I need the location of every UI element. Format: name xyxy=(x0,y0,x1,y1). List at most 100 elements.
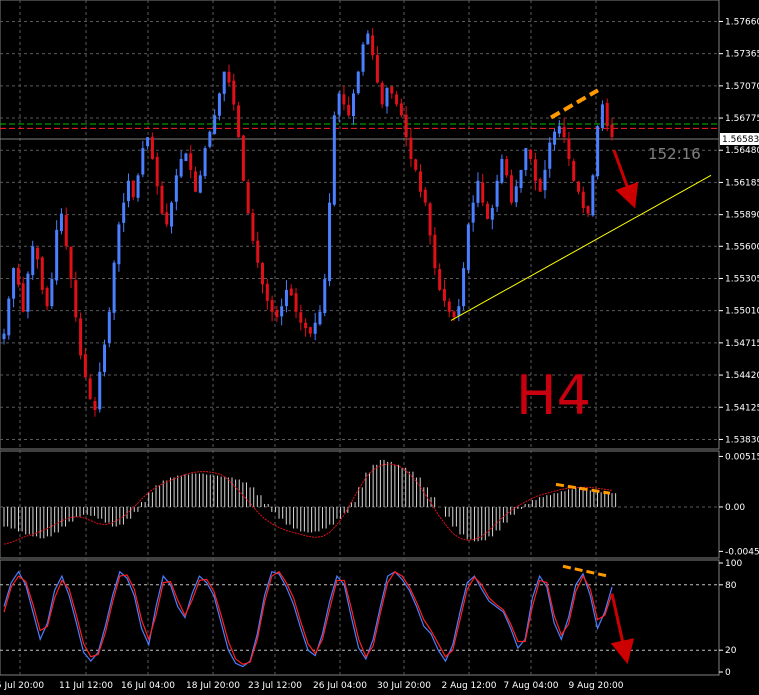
candle-body xyxy=(184,153,188,161)
candle-body xyxy=(93,401,97,410)
y-tick-label: 1.54125 xyxy=(725,403,759,413)
candle-body xyxy=(21,283,25,312)
candle-body xyxy=(131,180,135,198)
candle-body xyxy=(395,94,399,105)
candle-body xyxy=(486,203,490,219)
candle-body xyxy=(294,293,298,312)
y-tick-label: 1.55600 xyxy=(725,242,759,252)
candle-body xyxy=(610,124,614,138)
candle-body xyxy=(390,86,394,94)
candle-body xyxy=(275,310,279,318)
candle-body xyxy=(399,103,403,116)
candle-body xyxy=(605,103,609,127)
candle-body xyxy=(404,114,408,138)
candle-body xyxy=(514,186,518,203)
candle-body xyxy=(462,268,466,307)
candle-body xyxy=(170,202,174,227)
y-tick-label: 1.56480 xyxy=(725,146,759,156)
x-tick-label: 30 Jul 20:00 xyxy=(377,681,431,691)
candle-body xyxy=(428,203,432,236)
candle-body xyxy=(232,80,236,105)
candle-body xyxy=(2,333,6,340)
candle-body xyxy=(481,182,485,203)
time-axis: 5 Jul 20:00 11 Jul 12:00 16 Jul 04:00 18 Ju… xyxy=(0,681,624,691)
candle-body xyxy=(562,127,566,138)
candle-body xyxy=(83,354,87,378)
candle-body xyxy=(261,262,265,285)
candle-body xyxy=(36,247,40,260)
y-tick-label: 1.56775 xyxy=(725,114,759,124)
x-tick-label: 7 Aug 04:00 xyxy=(504,681,559,691)
candle-body xyxy=(136,175,140,198)
candle-body xyxy=(126,180,130,202)
candle-body xyxy=(356,71,360,94)
candle-body xyxy=(284,289,288,307)
price-axis: 1.57660 1.57365 1.57070 1.56775 1.56480 1.561… xyxy=(719,17,759,678)
candles-layer xyxy=(2,28,712,417)
candle-body xyxy=(241,135,245,181)
candle-body xyxy=(12,268,16,299)
y-tick-label: 1.54420 xyxy=(725,371,759,381)
candle-body xyxy=(366,33,370,45)
candle-body xyxy=(361,44,365,72)
candle-body xyxy=(16,267,20,285)
stoch-y-tick-label: 100 xyxy=(725,559,742,569)
candle-body xyxy=(40,257,44,290)
y-tick-label: 1.55010 xyxy=(725,307,759,317)
candle-body xyxy=(371,35,375,56)
down-arrow xyxy=(610,593,635,665)
candle-body xyxy=(304,322,308,329)
candle-body xyxy=(150,136,154,159)
candle-body xyxy=(251,213,255,241)
candle-body xyxy=(98,371,102,410)
candle-body xyxy=(409,137,413,159)
candle-body xyxy=(414,159,418,170)
candle-body xyxy=(548,142,552,169)
x-tick-label: 5 Jul 20:00 xyxy=(0,681,44,691)
timeframe-label: H4 xyxy=(516,364,591,427)
candle-body xyxy=(519,169,523,189)
candle-body xyxy=(26,273,30,312)
y-tick-label: 1.55305 xyxy=(725,274,759,284)
stochastic-layer xyxy=(3,570,613,668)
candle-body xyxy=(538,179,542,192)
candle-body xyxy=(524,148,528,171)
candle-body xyxy=(198,175,202,193)
osc-y-tick-label: 0.00 xyxy=(725,503,745,513)
candle-body xyxy=(69,246,73,280)
candle-body xyxy=(213,115,217,134)
candle-body xyxy=(586,206,590,214)
candle-body xyxy=(222,71,226,94)
candle-body xyxy=(79,318,83,356)
trendline xyxy=(450,174,712,321)
candle-body xyxy=(174,175,178,202)
candle-body xyxy=(591,175,595,216)
oscillator-layer xyxy=(3,459,617,545)
candle-body xyxy=(557,126,561,134)
candle-body xyxy=(155,156,159,187)
divergence-dashed-line xyxy=(562,564,609,578)
current-price-label: 1.56583 xyxy=(722,135,759,145)
candle-body xyxy=(50,279,54,307)
candle-body xyxy=(208,131,212,147)
y-tick-label: 1.54715 xyxy=(725,339,759,349)
x-tick-label: 2 Aug 12:00 xyxy=(442,681,497,691)
stoch-y-tick-label: 0 xyxy=(725,668,731,678)
y-tick-label: 1.57070 xyxy=(725,82,759,92)
x-tick-label: 26 Jul 04:00 xyxy=(313,681,367,691)
candle-body xyxy=(380,82,384,105)
candle-body xyxy=(59,213,63,232)
main-panel-frame xyxy=(0,0,720,450)
candle-body xyxy=(31,246,35,276)
divergence-dashed-line xyxy=(549,88,600,120)
x-tick-label: 18 Jul 20:00 xyxy=(186,681,240,691)
osc-y-tick-label: -0.00453 xyxy=(725,547,759,557)
candle-body xyxy=(299,312,303,323)
candle-body xyxy=(217,93,221,116)
candle-body xyxy=(289,288,293,296)
candle-body xyxy=(193,171,197,192)
candle-body xyxy=(227,71,231,83)
candle-body xyxy=(471,202,475,223)
candle-body xyxy=(596,126,600,177)
candle-body xyxy=(509,175,513,203)
